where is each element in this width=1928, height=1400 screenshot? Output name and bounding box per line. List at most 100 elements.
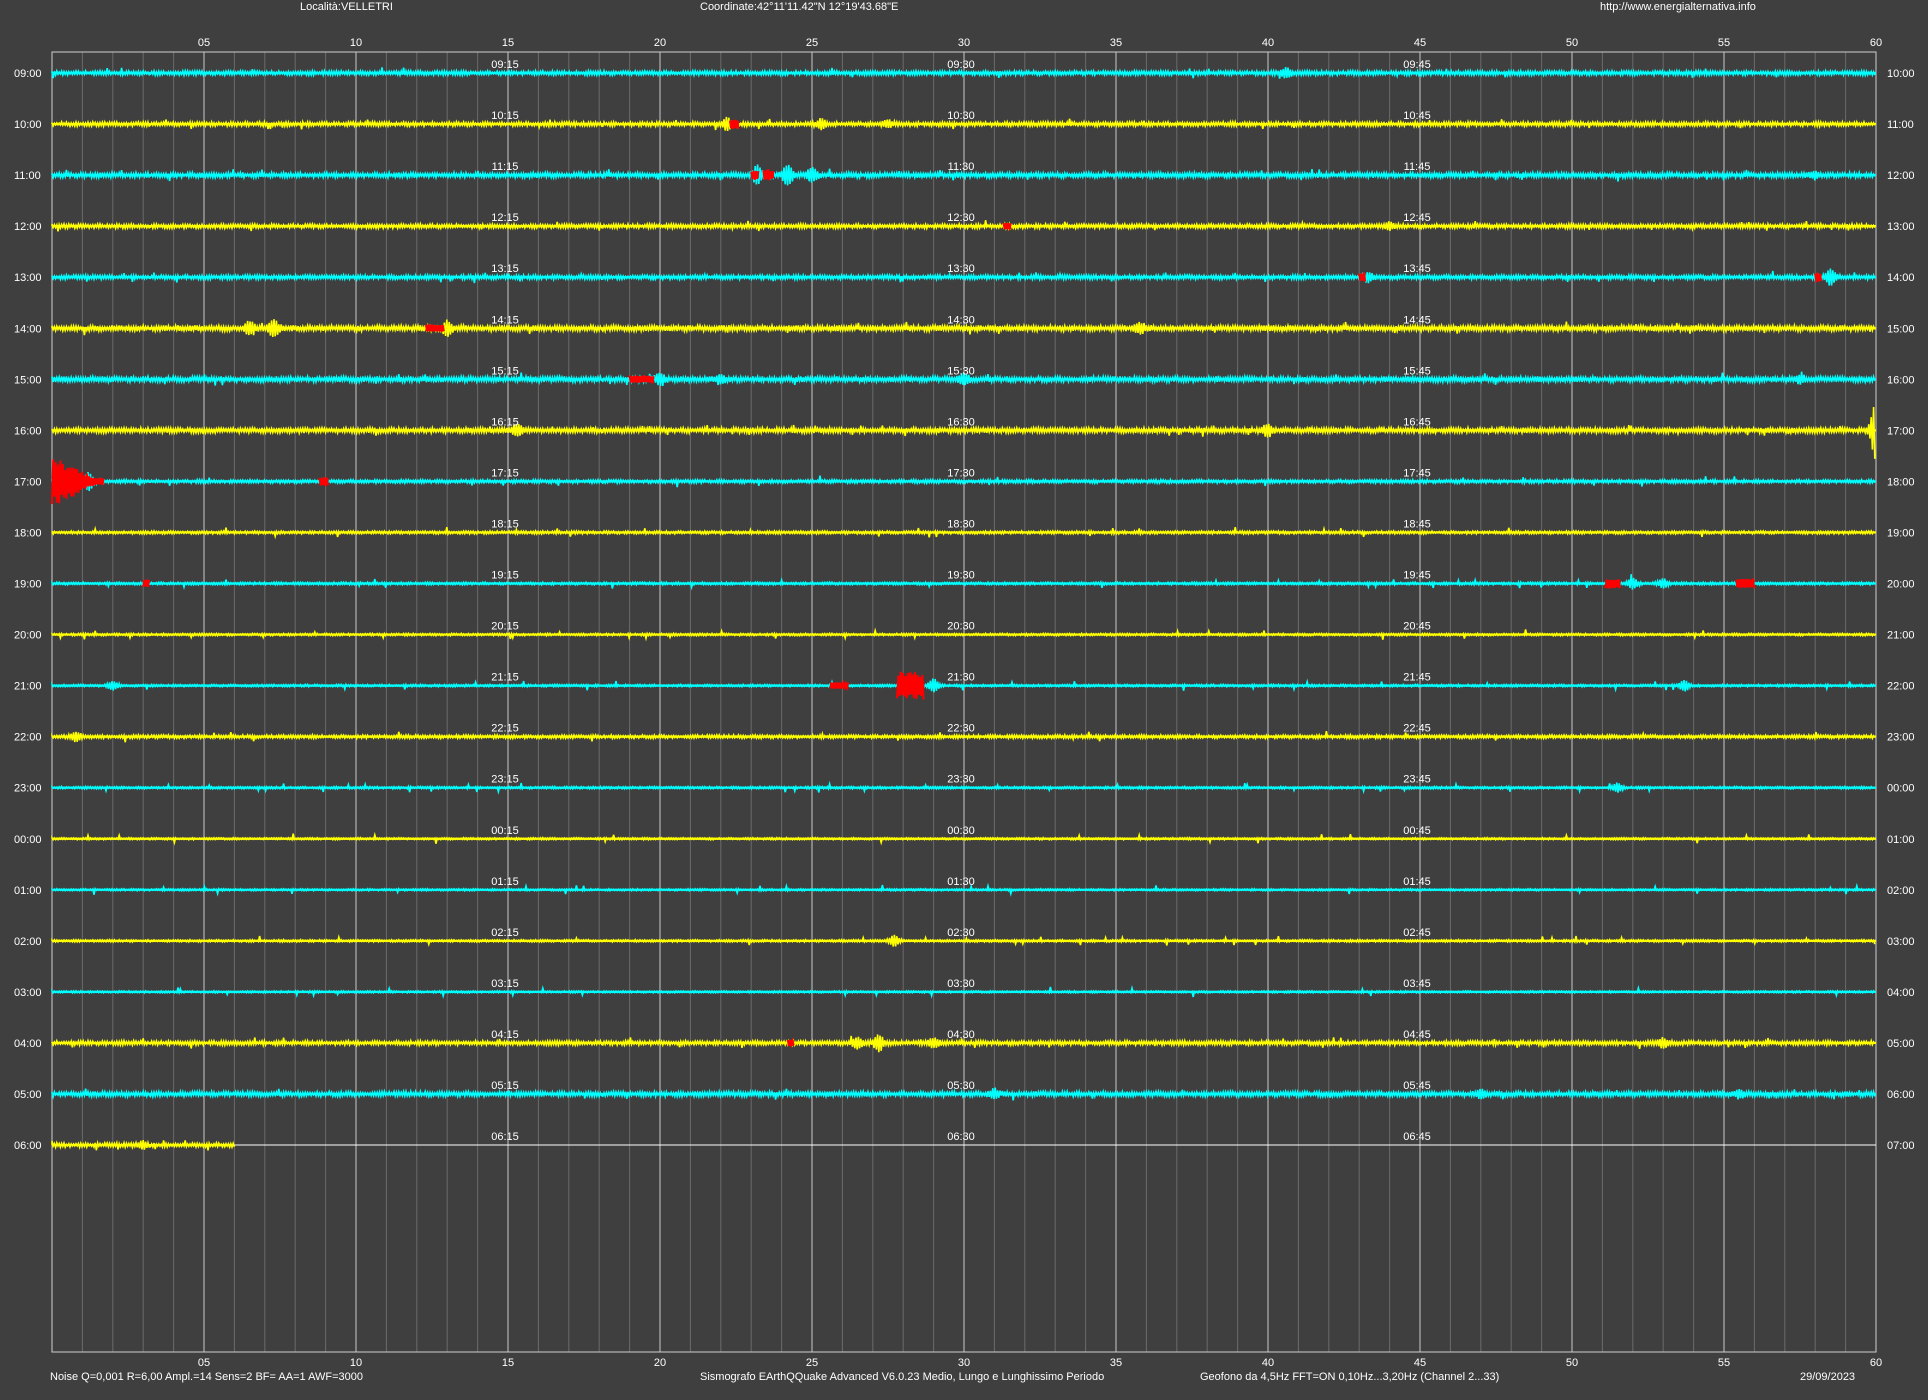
x-tick-label-bottom: 40: [1262, 1357, 1274, 1369]
row-end-label: 11:00: [1887, 119, 1914, 131]
row-start-label: 16:00: [14, 425, 42, 437]
quarter-hour-label: 04:45: [1403, 1029, 1431, 1041]
quarter-hour-label: 23:15: [491, 774, 519, 786]
quarter-hour-label: 00:30: [947, 825, 975, 837]
row-start-label: 19:00: [14, 579, 42, 591]
quarter-hour-label: 13:45: [1403, 263, 1431, 275]
row-start-label: 02:00: [14, 936, 42, 948]
quarter-hour-label: 00:45: [1403, 825, 1431, 837]
quarter-hour-label: 05:45: [1403, 1080, 1431, 1092]
x-tick-label-bottom: 05: [198, 1357, 210, 1369]
quarter-hour-label: 05:15: [491, 1080, 519, 1092]
quarter-hour-label: 15:45: [1403, 365, 1431, 377]
x-tick-label-top: 45: [1414, 37, 1426, 49]
quarter-hour-label: 03:30: [947, 978, 975, 990]
row-start-label: 01:00: [14, 885, 42, 897]
quarter-hour-label: 09:15: [491, 59, 519, 71]
quarter-hour-label: 13:30: [947, 263, 975, 275]
quarter-hour-label: 03:45: [1403, 978, 1431, 990]
row-end-label: 05:00: [1887, 1038, 1915, 1050]
x-tick-label-bottom: 10: [350, 1357, 362, 1369]
event-band: [629, 376, 654, 383]
row-start-label: 17:00: [14, 476, 42, 488]
footer-sensor: Geofono da 4,5Hz FFT=ON 0,10Hz...3,20Hz …: [1200, 1371, 1500, 1383]
quarter-hour-label: 12:15: [491, 212, 519, 224]
row-end-label: 03:00: [1887, 936, 1915, 948]
row-end-label: 06:00: [1887, 1089, 1915, 1101]
quarter-hour-label: 17:30: [947, 467, 975, 479]
event-band: [729, 121, 740, 128]
quarter-hour-label: 02:45: [1403, 927, 1431, 939]
quarter-hour-label: 06:30: [947, 1131, 975, 1143]
x-tick-label-bottom: 15: [502, 1357, 514, 1369]
quarter-hour-label: 18:45: [1403, 518, 1431, 530]
quarter-hour-label: 18:15: [491, 518, 519, 530]
quarter-hour-label: 12:45: [1403, 212, 1431, 224]
x-tick-label-top: 60: [1870, 37, 1882, 49]
quarter-hour-label: 09:30: [947, 59, 975, 71]
x-tick-label-bottom: 50: [1566, 1357, 1578, 1369]
quarter-hour-label: 14:15: [491, 314, 519, 326]
row-start-label: 22:00: [14, 732, 42, 744]
x-tick-label-top: 35: [1110, 37, 1122, 49]
row-end-label: 14:00: [1887, 272, 1915, 284]
quarter-hour-label: 10:45: [1403, 110, 1431, 122]
quarter-hour-label: 18:30: [947, 518, 975, 530]
quarter-hour-label: 22:30: [947, 723, 975, 735]
quarter-hour-label: 03:15: [491, 978, 519, 990]
quarter-hour-label: 16:30: [947, 416, 975, 428]
quarter-hour-label: 15:15: [491, 365, 519, 377]
quarter-hour-label: 19:30: [947, 570, 975, 582]
event-band: [897, 682, 925, 689]
row-start-label: 14:00: [14, 323, 42, 335]
row-end-label: 18:00: [1887, 476, 1915, 488]
quarter-hour-label: 12:30: [947, 212, 975, 224]
row-start-label: 23:00: [14, 783, 42, 795]
row-start-label: 04:00: [14, 1038, 42, 1050]
quarter-hour-label: 14:45: [1403, 314, 1431, 326]
x-tick-label-top: 50: [1566, 37, 1578, 49]
quarter-hour-label: 20:45: [1403, 621, 1431, 633]
quarter-hour-label: 09:45: [1403, 59, 1431, 71]
x-tick-label-top: 15: [502, 37, 514, 49]
quarter-hour-label: 21:30: [947, 672, 975, 684]
quarter-hour-label: 04:15: [491, 1029, 519, 1041]
row-start-label: 11:00: [14, 170, 41, 182]
quarter-hour-label: 15:30: [947, 365, 975, 377]
quarter-hour-label: 21:45: [1403, 672, 1431, 684]
quarter-hour-label: 01:30: [947, 876, 975, 888]
quarter-hour-label: 17:15: [491, 467, 519, 479]
footer-date: 29/09/2023: [1800, 1371, 1856, 1383]
quarter-hour-label: 01:45: [1403, 876, 1431, 888]
row-start-label: 12:00: [14, 221, 42, 233]
quarter-hour-label: 23:30: [947, 774, 975, 786]
event-band: [763, 172, 774, 179]
quarter-hour-label: 23:45: [1403, 774, 1431, 786]
x-tick-label-bottom: 60: [1870, 1357, 1882, 1369]
row-end-label: 00:00: [1887, 783, 1915, 795]
event-band: [425, 325, 445, 332]
x-tick-label-top: 25: [806, 37, 818, 49]
row-end-label: 01:00: [1887, 834, 1915, 846]
row-end-label: 04:00: [1887, 987, 1915, 999]
x-tick-label-bottom: 25: [806, 1357, 818, 1369]
event-band: [787, 1039, 794, 1046]
x-tick-label-top: 55: [1718, 37, 1730, 49]
row-end-label: 17:00: [1887, 425, 1915, 437]
quarter-hour-label: 21:15: [491, 672, 519, 684]
quarter-hour-label: 01:15: [491, 876, 519, 888]
row-start-label: 21:00: [14, 681, 42, 693]
row-start-label: 10:00: [14, 119, 42, 131]
quarter-hour-label: 00:15: [491, 825, 519, 837]
quarter-hour-label: 06:45: [1403, 1131, 1431, 1143]
x-tick-label-top: 05: [198, 37, 210, 49]
quarter-hour-label: 22:15: [491, 723, 519, 735]
quarter-hour-label: 04:30: [947, 1029, 975, 1041]
footer-settings: Noise Q=0,001 R=6,00 Ampl.=14 Sens=2 BF=…: [50, 1371, 363, 1383]
row-end-label: 12:00: [1887, 170, 1915, 182]
quarter-hour-label: 11:15: [492, 161, 519, 173]
x-tick-label-bottom: 35: [1110, 1357, 1122, 1369]
quarter-hour-label: 22:45: [1403, 723, 1431, 735]
row-start-label: 09:00: [14, 68, 42, 80]
row-start-label: 00:00: [14, 834, 42, 846]
